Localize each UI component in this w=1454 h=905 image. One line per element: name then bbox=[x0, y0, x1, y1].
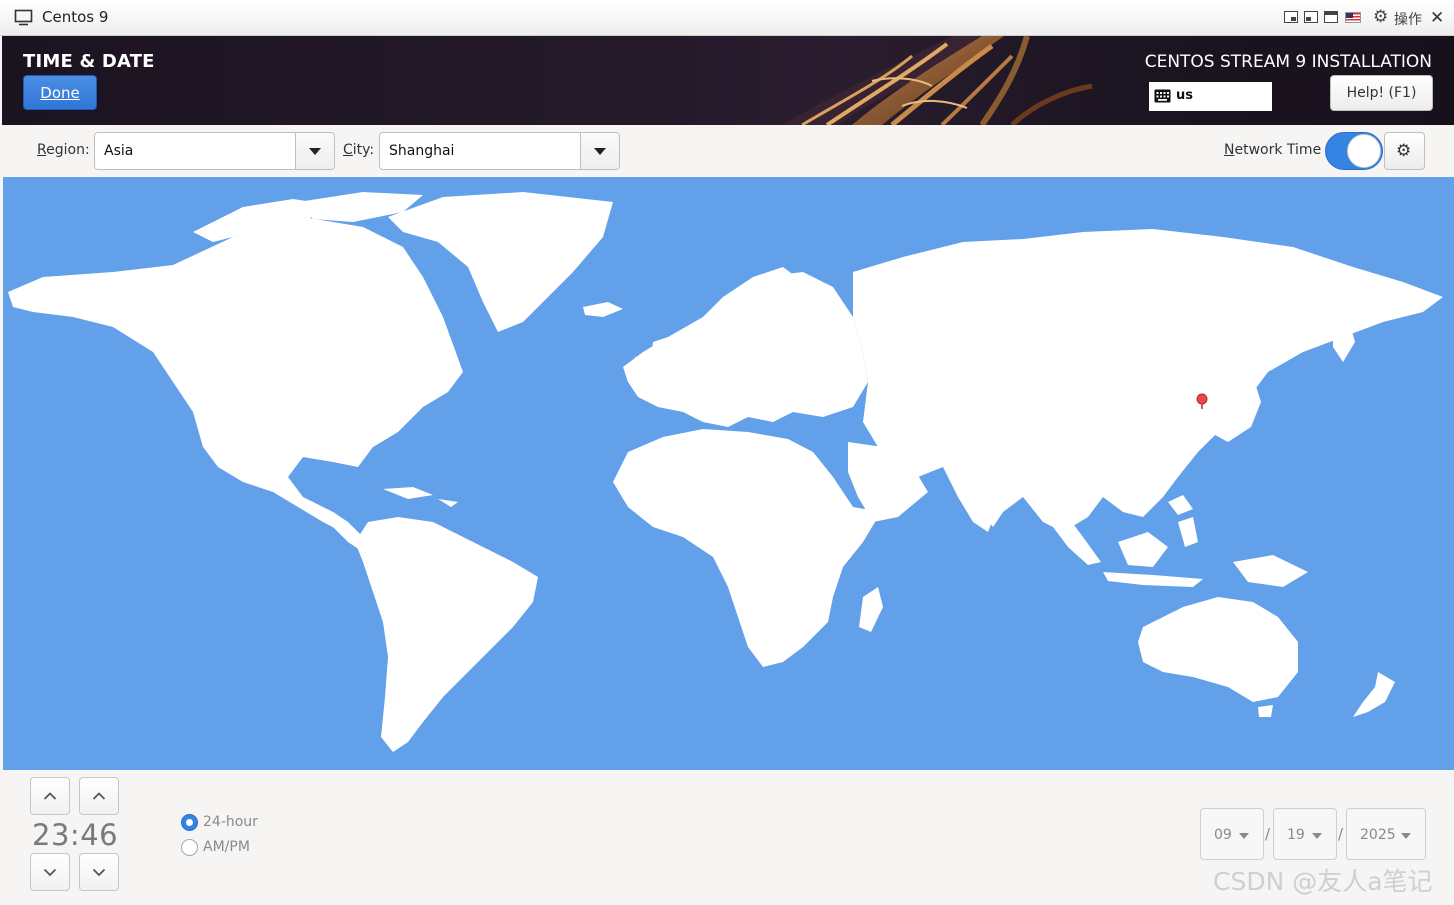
hours-value: 23 bbox=[32, 818, 70, 852]
format-24h-label[interactable]: 24-hour bbox=[203, 814, 258, 830]
chevron-down-icon[interactable] bbox=[580, 133, 619, 169]
maximize-icon[interactable] bbox=[1324, 11, 1338, 23]
installation-title: CENTOS STREAM 9 INSTALLATION bbox=[1144, 52, 1432, 72]
city-label: City: bbox=[343, 142, 375, 158]
installer-header: TIME & DATE Done CENTOS STREAM 9 INSTALL… bbox=[2, 36, 1454, 125]
time-display: 23:46 bbox=[32, 818, 118, 852]
format-ampm-label[interactable]: AM/PM bbox=[203, 839, 250, 855]
done-button[interactable]: Done bbox=[23, 75, 97, 110]
keyboard-layout-indicator[interactable]: us bbox=[1149, 82, 1272, 111]
asia bbox=[853, 229, 1443, 532]
time-separator: : bbox=[69, 818, 81, 852]
chevron-up-icon bbox=[43, 792, 57, 800]
date-separator: / bbox=[1338, 825, 1344, 843]
city-combo[interactable]: Shanghai bbox=[379, 132, 620, 170]
city-value: Shanghai bbox=[389, 143, 455, 159]
format-24h-radio[interactable] bbox=[181, 814, 198, 831]
chevron-up-icon bbox=[92, 792, 106, 800]
date-separator: / bbox=[1265, 825, 1271, 843]
year-combo[interactable]: 2025 bbox=[1346, 808, 1426, 860]
day-value: 19 bbox=[1287, 827, 1305, 843]
africa bbox=[613, 429, 881, 667]
help-button[interactable]: Help! (F1) bbox=[1330, 75, 1433, 111]
day-combo[interactable]: 19 bbox=[1273, 808, 1337, 860]
month-combo[interactable]: 09 bbox=[1200, 808, 1264, 860]
network-time-label: Network Time bbox=[1224, 142, 1322, 158]
chevron-down-icon[interactable] bbox=[295, 133, 334, 169]
header-artwork bbox=[782, 36, 1093, 125]
chevron-down-icon bbox=[43, 868, 57, 877]
chevron-down-icon bbox=[92, 868, 106, 877]
format-ampm-radio[interactable] bbox=[181, 839, 198, 856]
month-value: 09 bbox=[1214, 827, 1232, 843]
close-icon[interactable]: ✕ bbox=[1430, 8, 1444, 28]
region-combo[interactable]: Asia bbox=[94, 132, 335, 170]
vm-actions-menu[interactable]: 操作 bbox=[1394, 9, 1422, 29]
restore-icon[interactable] bbox=[1284, 11, 1298, 23]
computer-icon bbox=[14, 9, 33, 26]
north-america bbox=[8, 217, 463, 535]
vm-titlebar: Centos 9 ⚙ 操作 ✕ bbox=[0, 0, 1454, 36]
keyboard-icon bbox=[1154, 89, 1171, 103]
watermark: CSDN @友人a笔记 bbox=[1213, 867, 1433, 896]
region-value: Asia bbox=[104, 143, 134, 159]
minutes-value: 46 bbox=[80, 818, 119, 852]
minute-up-button[interactable] bbox=[79, 777, 119, 815]
region-label: Region: bbox=[37, 142, 90, 158]
south-america bbox=[355, 517, 538, 752]
spoke-title: TIME & DATE bbox=[23, 51, 155, 72]
world-map-graphic bbox=[8, 192, 1443, 752]
gears-icon: ⚙ bbox=[1396, 141, 1412, 161]
keyboard-layout-label: us bbox=[1176, 88, 1193, 103]
ntp-config-button[interactable]: ⚙ bbox=[1384, 132, 1425, 170]
timezone-map[interactable] bbox=[3, 177, 1454, 770]
year-value: 2025 bbox=[1360, 827, 1396, 843]
hour-down-button[interactable] bbox=[30, 853, 70, 891]
chevron-down-icon bbox=[1312, 833, 1322, 839]
us-flag-icon[interactable] bbox=[1345, 12, 1361, 23]
hour-up-button[interactable] bbox=[30, 777, 70, 815]
vm-window-title: Centos 9 bbox=[42, 8, 109, 26]
australia bbox=[1138, 597, 1298, 702]
toggle-knob bbox=[1347, 134, 1381, 168]
chevron-down-icon bbox=[1239, 833, 1249, 839]
minute-down-button[interactable] bbox=[79, 853, 119, 891]
gear-icon[interactable]: ⚙ bbox=[1373, 7, 1388, 27]
minimize-icon[interactable] bbox=[1304, 11, 1318, 23]
chevron-down-icon bbox=[1401, 833, 1411, 839]
network-time-toggle[interactable] bbox=[1325, 132, 1383, 170]
